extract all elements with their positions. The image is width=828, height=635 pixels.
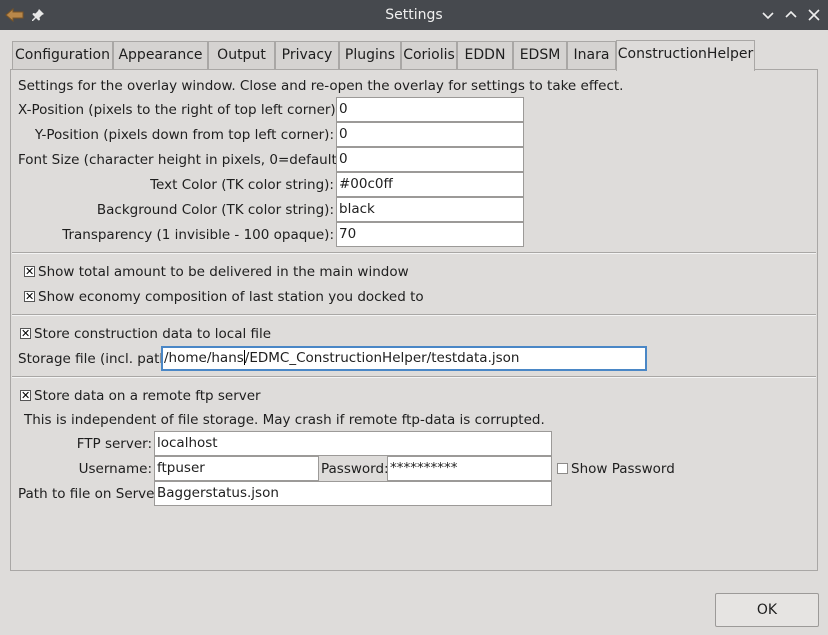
tab-privacy[interactable]: Privacy (275, 41, 339, 69)
store-remote-label[interactable]: Store data on a remote ftp server (34, 388, 261, 404)
tab-coriolis[interactable]: Coriolis (401, 41, 457, 69)
show-password-label[interactable]: Show Password (571, 461, 675, 477)
show-economy-checkbox[interactable]: ✕ (24, 291, 35, 302)
title-bar: Settings (0, 0, 828, 30)
minimize-icon[interactable] (759, 6, 777, 24)
tab-inara[interactable]: Inara (567, 41, 616, 69)
tab-plugins[interactable]: Plugins (339, 41, 401, 69)
window-title: Settings (385, 7, 443, 23)
show-total-label[interactable]: Show total amount to be delivered in the… (38, 264, 409, 280)
ok-button[interactable]: OK (715, 593, 819, 627)
tab-output[interactable]: Output (208, 41, 275, 69)
separator (12, 314, 816, 316)
show-password-checkbox[interactable] (557, 463, 568, 474)
ftp-note-text: This is independent of file storage. May… (24, 412, 545, 428)
server-path-label: Path to file on Server: (18, 486, 165, 502)
x-position-label: X-Position (pixels to the right of top l… (18, 102, 341, 118)
show-economy-label[interactable]: Show economy composition of last station… (38, 289, 424, 305)
password-input[interactable]: ********** (387, 456, 552, 481)
x-position-input[interactable]: 0 (336, 97, 524, 122)
storage-file-text-before-caret: /home/hans (164, 350, 244, 366)
background-color-input[interactable]: black (336, 197, 524, 222)
overlay-intro-text: Settings for the overlay window. Close a… (18, 78, 624, 94)
y-position-label: Y-Position (pixels down from top left co… (34, 127, 334, 143)
text-color-label: Text Color (TK color string): (150, 177, 334, 193)
store-remote-checkbox[interactable]: ✕ (20, 390, 31, 401)
tab-constructionhelper[interactable]: ConstructionHelper (616, 40, 755, 71)
store-local-checkbox[interactable]: ✕ (20, 328, 31, 339)
tab-edsm[interactable]: EDSM (513, 41, 567, 69)
storage-file-label: Storage file (incl. path): (18, 351, 178, 367)
y-position-input[interactable]: 0 (336, 122, 524, 147)
tab-appearance[interactable]: Appearance (113, 41, 208, 69)
password-label: Password: (321, 461, 389, 477)
username-input[interactable]: ftpuser (154, 456, 319, 481)
store-local-label[interactable]: Store construction data to local file (34, 326, 271, 342)
show-total-checkbox[interactable]: ✕ (24, 266, 35, 277)
storage-file-input[interactable]: /home/hans/EDMC_ConstructionHelper/testd… (161, 346, 647, 371)
storage-file-text-after-caret: /EDMC_ConstructionHelper/testdata.json (244, 350, 520, 366)
username-label: Username: (78, 461, 152, 477)
separator (12, 252, 816, 254)
transparency-input[interactable]: 70 (336, 222, 524, 247)
close-icon[interactable] (805, 6, 823, 24)
server-path-input[interactable]: Baggerstatus.json (154, 481, 552, 506)
ftp-server-label: FTP server: (76, 436, 152, 452)
font-size-input[interactable]: 0 (336, 147, 524, 172)
transparency-label: Transparency (1 invisible - 100 opaque): (62, 227, 334, 243)
font-size-label: Font Size (character height in pixels, 0… (18, 152, 347, 168)
tab-configuration[interactable]: Configuration (12, 41, 113, 69)
ftp-server-input[interactable]: localhost (154, 431, 552, 456)
background-color-label: Background Color (TK color string): (96, 202, 334, 218)
text-color-input[interactable]: #00c0ff (336, 172, 524, 197)
tab-eddn[interactable]: EDDN (457, 41, 513, 69)
separator (12, 376, 816, 378)
maximize-icon[interactable] (782, 6, 800, 24)
